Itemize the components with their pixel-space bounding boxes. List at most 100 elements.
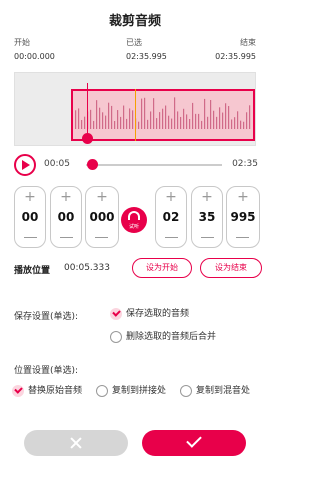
waveform-bar bbox=[156, 118, 158, 129]
waveform-bar bbox=[237, 111, 239, 129]
waveform-bar bbox=[108, 102, 110, 129]
save-settings-label: 保存设置(单选): bbox=[14, 312, 79, 322]
waveform-bar bbox=[246, 112, 248, 129]
waveform-bar bbox=[171, 118, 173, 129]
waveform-bar bbox=[147, 119, 149, 129]
set-start-button[interactable]: 设为开始 bbox=[132, 258, 192, 278]
location-settings-label: 位置设置(单选): bbox=[14, 366, 79, 376]
radio-checked-icon bbox=[12, 385, 24, 397]
waveform-bar bbox=[204, 98, 206, 129]
waveform-bar bbox=[138, 121, 140, 129]
start-minutes-stepper[interactable]: + 00 bbox=[14, 186, 46, 248]
start-handle[interactable] bbox=[82, 133, 93, 144]
waveform-bar bbox=[90, 109, 92, 129]
audition-button[interactable]: 试听 bbox=[121, 207, 147, 233]
plus-icon[interactable]: + bbox=[15, 189, 45, 205]
waveform-bar bbox=[225, 103, 227, 129]
waveform-bar bbox=[96, 100, 98, 129]
total-time: 02:35 bbox=[232, 159, 258, 169]
save-option-delete-merge[interactable]: 删除选取的音频后合并 bbox=[110, 330, 216, 344]
current-time: 00:05 bbox=[44, 159, 70, 169]
confirm-button[interactable] bbox=[142, 430, 246, 456]
waveform-bar bbox=[81, 119, 83, 129]
start-time-label: 开始 00:00.000 bbox=[14, 38, 55, 61]
set-end-button[interactable]: 设为结束 bbox=[200, 258, 262, 278]
start-time-value: 00:00.000 bbox=[14, 52, 55, 61]
location-option-copy-mix[interactable]: 复制到混音处 bbox=[180, 384, 250, 398]
waveform-bar bbox=[213, 110, 215, 129]
waveform-bar bbox=[222, 112, 224, 129]
page-title: 裁剪音频 bbox=[108, 14, 161, 29]
waveform-bar bbox=[249, 105, 251, 129]
waveform-bar bbox=[216, 116, 218, 129]
save-option-keep-selected[interactable]: 保存选取的音频 bbox=[110, 307, 189, 321]
waveform-bar bbox=[168, 115, 170, 129]
close-icon bbox=[70, 437, 82, 449]
waveform-bar bbox=[105, 115, 107, 129]
waveform-bar bbox=[219, 107, 221, 129]
waveform-bar bbox=[228, 106, 230, 129]
waveform-bar bbox=[144, 97, 146, 129]
start-seconds-stepper[interactable]: + 00 bbox=[50, 186, 82, 248]
waveform-bar bbox=[129, 108, 131, 129]
waveform-bar bbox=[240, 120, 242, 129]
progress-knob[interactable] bbox=[86, 159, 98, 170]
location-option-replace[interactable]: 替换原始音频 bbox=[12, 384, 82, 398]
waveform-bar bbox=[231, 119, 233, 129]
waveform-bar bbox=[177, 111, 179, 129]
play-position-value: 00:05.333 bbox=[64, 263, 110, 273]
radio-checked-icon bbox=[110, 308, 122, 320]
play-position-row: 播放位置 00:05.333 设为开始 设为结束 bbox=[14, 258, 262, 280]
radio-unchecked-icon bbox=[180, 385, 192, 397]
waveform-bar bbox=[189, 119, 191, 129]
waveform-bar bbox=[111, 105, 113, 129]
end-time-label: 结束 02:35.995 bbox=[215, 38, 256, 61]
waveform-bar bbox=[126, 118, 128, 129]
waveform-bar bbox=[117, 110, 119, 129]
start-millis-value: 000 bbox=[89, 210, 115, 224]
plus-icon[interactable]: + bbox=[86, 189, 118, 205]
end-minutes-stepper[interactable]: + 02 bbox=[155, 186, 187, 248]
waveform-bar bbox=[180, 116, 182, 129]
start-millis-stepper[interactable]: + 000 bbox=[85, 186, 119, 248]
start-handle-line[interactable] bbox=[87, 83, 88, 137]
minus-icon[interactable] bbox=[192, 229, 222, 245]
waveform-bar bbox=[141, 98, 143, 129]
headphones-icon bbox=[128, 211, 140, 220]
waveform-bar bbox=[183, 108, 185, 129]
waveform-bar bbox=[192, 102, 194, 129]
plus-icon[interactable]: + bbox=[51, 189, 81, 205]
waveform-bar bbox=[123, 105, 125, 129]
waveform-view[interactable] bbox=[14, 72, 256, 146]
location-option-copy-splice[interactable]: 复制到拼接处 bbox=[96, 384, 166, 398]
cancel-button[interactable] bbox=[24, 430, 128, 456]
minus-icon[interactable] bbox=[227, 229, 259, 245]
minus-icon[interactable] bbox=[156, 229, 186, 245]
end-seconds-stepper[interactable]: + 35 bbox=[191, 186, 223, 248]
waveform-bar bbox=[114, 121, 116, 129]
waveform-bar bbox=[162, 108, 164, 129]
start-minutes-value: 00 bbox=[21, 210, 39, 224]
time-labels: 开始 00:00.000 已选 02:35.995 结束 02:35.995 bbox=[14, 37, 256, 65]
play-icon[interactable] bbox=[14, 154, 36, 176]
minus-icon[interactable] bbox=[86, 229, 118, 245]
waveform-bar bbox=[210, 100, 212, 129]
progress-track[interactable] bbox=[86, 164, 222, 166]
waveform-bar bbox=[234, 117, 236, 129]
waveform-bar bbox=[75, 110, 77, 129]
plus-icon[interactable]: + bbox=[192, 189, 222, 205]
player-row: 00:05 02:35 bbox=[12, 152, 258, 178]
plus-icon[interactable]: + bbox=[156, 189, 186, 205]
minus-icon[interactable] bbox=[15, 229, 45, 245]
waveform-bar bbox=[132, 110, 134, 129]
end-seconds-value: 35 bbox=[198, 210, 216, 224]
end-millis-stepper[interactable]: + 995 bbox=[226, 186, 260, 248]
waveform-bar bbox=[195, 113, 197, 129]
minus-icon[interactable] bbox=[51, 229, 81, 245]
waveform-bar bbox=[120, 116, 122, 129]
waveform-bar bbox=[93, 120, 95, 129]
waveform-bar bbox=[243, 121, 245, 129]
plus-icon[interactable]: + bbox=[227, 189, 259, 205]
waveform-bar bbox=[153, 98, 155, 129]
waveform-bar bbox=[198, 113, 200, 129]
